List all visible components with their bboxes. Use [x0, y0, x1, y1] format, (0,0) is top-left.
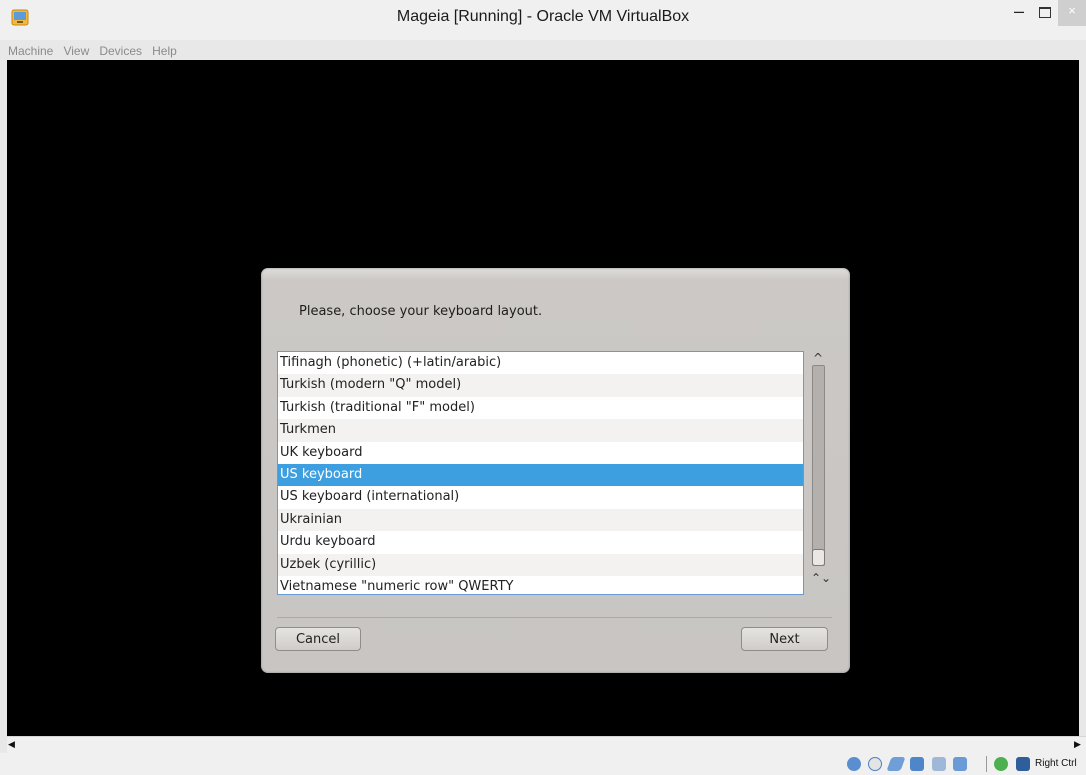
list-item[interactable]: Turkmen	[278, 419, 803, 442]
status-bar: Right Ctrl	[0, 753, 1086, 775]
menu-view[interactable]: View	[63, 44, 89, 58]
scroll-left-arrow-icon[interactable]: ◀	[8, 740, 15, 750]
keyboard-layout-list[interactable]: Tifinagh (phonetic) (+latin/arabic) Turk…	[277, 351, 804, 595]
scroll-up-button[interactable]: ^	[811, 352, 825, 364]
usb-icon[interactable]	[886, 757, 906, 771]
keyboard-layout-dialog: Please, choose your keyboard layout. Tif…	[261, 268, 850, 673]
list-item-selected[interactable]: US keyboard	[278, 463, 803, 487]
list-item[interactable]: Tifinagh (phonetic) (+latin/arabic)	[278, 352, 803, 374]
keyboard-capture-icon[interactable]	[1016, 757, 1030, 771]
status-separator	[986, 756, 987, 772]
menu-bar: Machine View Devices Help	[0, 40, 1086, 60]
list-item[interactable]: US keyboard (international)	[278, 486, 803, 508]
list-item[interactable]: Ukrainian	[278, 508, 803, 532]
host-key-label: Right Ctrl	[1035, 758, 1077, 769]
network-icon[interactable]	[910, 757, 924, 771]
next-button[interactable]: Next	[741, 627, 828, 651]
horizontal-scrollbar[interactable]: ◀ ▶	[7, 736, 1086, 753]
scrollbar-thumb[interactable]	[812, 549, 825, 566]
menu-machine[interactable]: Machine	[8, 44, 53, 58]
shared-folder-icon[interactable]	[932, 757, 946, 771]
list-item[interactable]: UK keyboard	[278, 442, 803, 464]
scroll-right-arrow-icon[interactable]: ▶	[1074, 740, 1081, 750]
list-item[interactable]: Urdu keyboard	[278, 531, 803, 553]
list-item[interactable]: Vietnamese "numeric row" QWERTY	[278, 576, 803, 594]
close-button[interactable]: ×	[1058, 0, 1086, 26]
optical-drive-icon[interactable]	[868, 757, 882, 771]
menu-devices[interactable]: Devices	[99, 44, 142, 58]
scrollbar-track[interactable]	[812, 365, 825, 566]
dialog-prompt: Please, choose your keyboard layout.	[299, 304, 543, 319]
dialog-separator	[277, 617, 832, 618]
scroll-down-button[interactable]: ⌃⌄	[811, 572, 831, 584]
maximize-icon	[1039, 7, 1051, 18]
title-bar: Mageia [Running] - Oracle VM VirtualBox …	[0, 0, 1086, 40]
list-scrollbar[interactable]: ^ ⌃⌄	[811, 351, 831, 595]
cancel-button[interactable]: Cancel	[275, 627, 361, 651]
minimize-button[interactable]: –	[1003, 0, 1035, 26]
list-item[interactable]: Turkish (traditional "F" model)	[278, 397, 803, 419]
mouse-integration-icon[interactable]	[994, 757, 1008, 771]
menu-help[interactable]: Help	[152, 44, 177, 58]
list-item[interactable]: Turkish (modern "Q" model)	[278, 374, 803, 397]
maximize-button[interactable]	[1035, 0, 1055, 26]
display-icon[interactable]	[953, 757, 967, 771]
window-title: Mageia [Running] - Oracle VM VirtualBox	[396, 8, 690, 25]
list-item[interactable]: Uzbek (cyrillic)	[278, 553, 803, 576]
hard-disk-icon[interactable]	[847, 757, 861, 771]
